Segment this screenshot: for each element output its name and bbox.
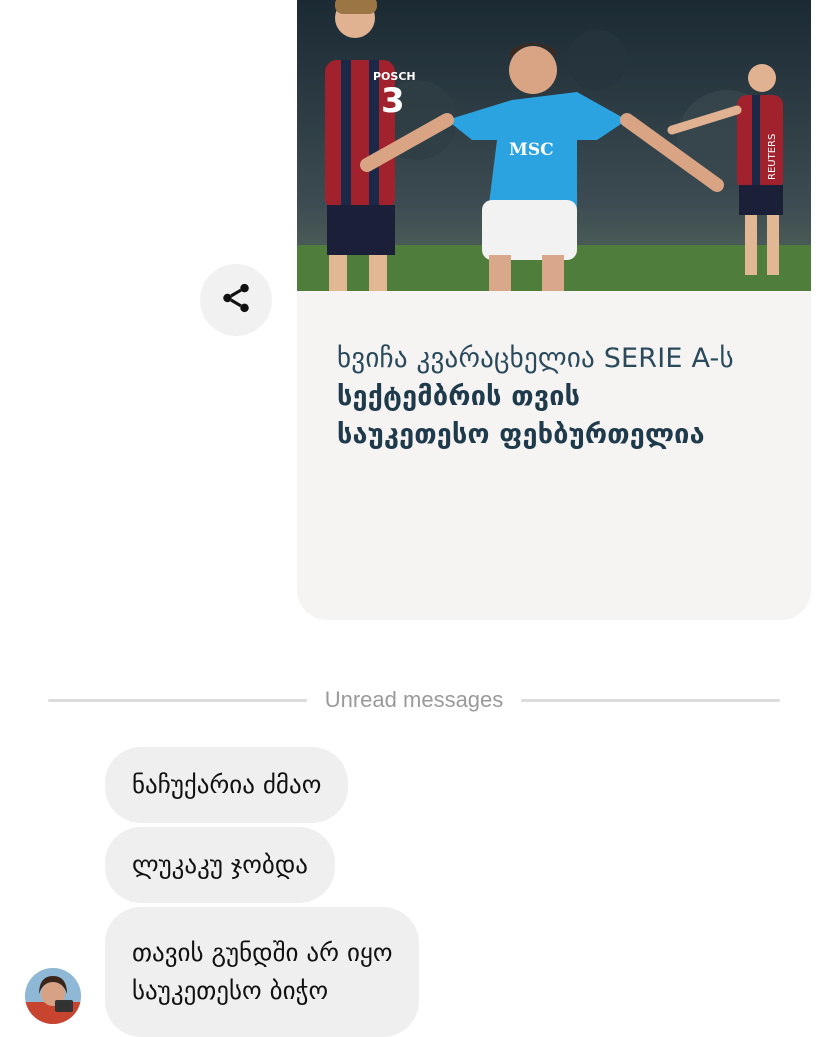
home-jersey-sponsor: MSC — [509, 140, 554, 160]
shared-post-card[interactable]: 3 POSCH MSC REUTERS ხვიჩა კვარაცხელია SE… — [297, 0, 811, 620]
post-caption-line-1: ხვიჩა კვარაცხელია SERIE A-ს — [337, 343, 734, 374]
away-jersey-name: POSCH — [373, 70, 416, 83]
divider-rule-left — [48, 698, 307, 702]
message-text-line-2: საუკეთესო ბიჭო — [132, 976, 329, 1005]
message-text: ნაჩუქარია ძმაო — [132, 770, 322, 799]
post-image[interactable]: 3 POSCH MSC REUTERS — [297, 0, 811, 291]
share-button[interactable] — [200, 264, 272, 336]
unread-messages-label: Unread messages — [324, 687, 504, 712]
share-icon — [219, 281, 253, 319]
message-text: ლუკაკუ ჯობდა — [132, 850, 308, 879]
unread-divider: Unread messages — [48, 684, 781, 716]
post-caption-line-2: სექტემბრის თვის — [337, 381, 581, 412]
message-text-line-1: თავის გუნდში არ იყო — [132, 938, 393, 967]
post-caption: ხვიჩა კვარაცხელია SERIE A-ს სექტემბრის თ… — [337, 340, 787, 454]
divider-rule-right — [521, 698, 781, 702]
avatar[interactable] — [25, 968, 81, 1024]
photo-watermark: REUTERS — [767, 134, 778, 180]
away-jersey-number: 3 — [381, 81, 405, 121]
message-bubble[interactable]: ნაჩუქარია ძმაო — [105, 747, 349, 823]
message-bubble[interactable]: თავის გუნდში არ იყო საუკეთესო ბიჭო — [105, 907, 420, 1037]
post-caption-line-3: საუკეთესო ფეხბურთელია — [337, 419, 705, 450]
message-bubble[interactable]: ლუკაკუ ჯობდა — [105, 827, 335, 903]
